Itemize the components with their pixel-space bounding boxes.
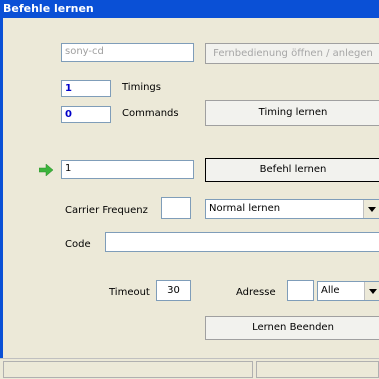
chevron-down-icon[interactable] <box>364 282 379 300</box>
green-arrow-icon <box>38 163 54 177</box>
learn-command-button[interactable]: Befehl lernen <box>205 158 379 182</box>
status-bar <box>0 358 379 379</box>
commands-label: Commands <box>122 108 179 119</box>
status-cell-2 <box>256 361 379 378</box>
timeout-field[interactable]: 30 <box>156 280 191 301</box>
chevron-down-icon[interactable] <box>363 200 379 218</box>
main-panel: sony-cd Fernbedienung öffnen / anlegen 1… <box>0 18 379 379</box>
learn-mode-select[interactable]: Normal lernen <box>205 199 379 219</box>
timeout-label: Timeout <box>109 287 150 298</box>
remote-name-input[interactable]: sony-cd <box>61 43 194 62</box>
timings-count-field[interactable]: 1 <box>61 80 111 97</box>
carrier-frequency-label: Carrier Frequenz <box>65 205 148 216</box>
learn-mode-value: Normal lernen <box>209 203 281 214</box>
address-select-value: Alle <box>321 285 340 296</box>
address-field[interactable] <box>287 280 314 301</box>
code-label: Code <box>65 239 91 250</box>
code-field[interactable] <box>105 232 379 252</box>
window-title: Befehle lernen <box>0 0 379 18</box>
learn-timing-button[interactable]: Timing lernen <box>205 100 379 126</box>
status-cell-1 <box>3 361 253 378</box>
open-remote-button[interactable]: Fernbedienung öffnen / anlegen <box>205 43 379 64</box>
address-select[interactable]: Alle <box>317 281 379 301</box>
carrier-frequency-field[interactable] <box>161 197 191 219</box>
command-name-input[interactable]: 1 <box>61 160 194 179</box>
finish-learning-button[interactable]: Lernen Beenden <box>205 316 379 340</box>
commands-count-field[interactable]: 0 <box>61 106 111 123</box>
address-label: Adresse <box>236 287 276 298</box>
timings-label: Timings <box>122 82 161 93</box>
